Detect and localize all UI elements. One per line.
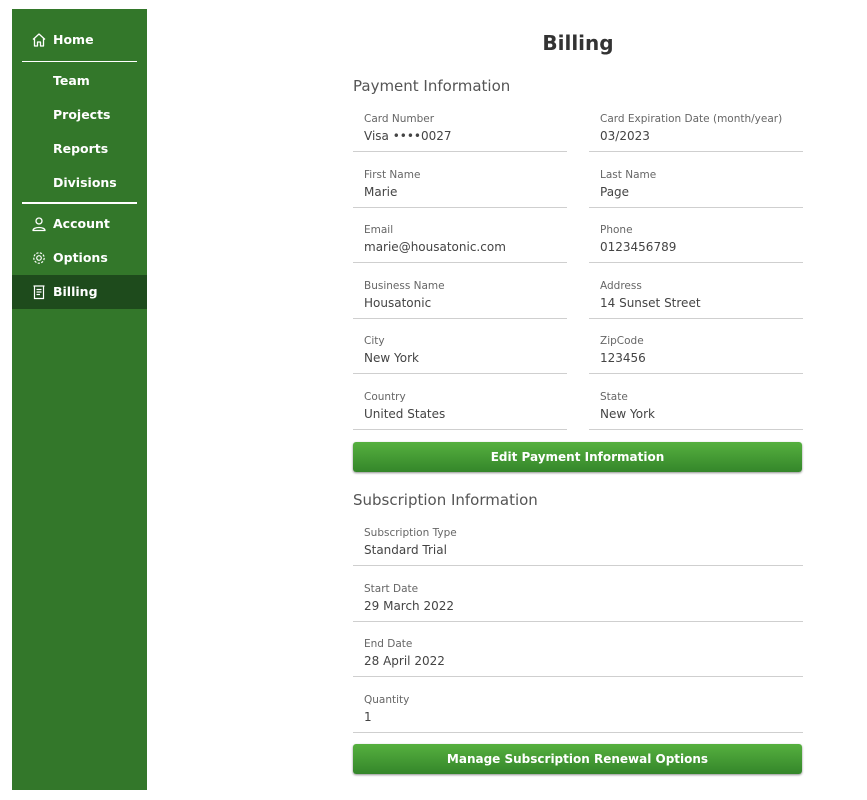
field-value: marie@housatonic.com [364, 240, 506, 255]
field-label: Phone [600, 224, 633, 237]
user-icon [32, 217, 46, 232]
field-city: City New York [353, 326, 567, 375]
field-label: First Name [364, 168, 421, 181]
field-subscription-type: Subscription Type Standard Trial [353, 518, 803, 566]
field-value: United States [364, 407, 446, 421]
field-label: Card Expiration Date (month/year) [600, 113, 783, 125]
field-label: ZipCode [600, 335, 644, 348]
sidebar-item-label: Projects [53, 107, 111, 122]
field-first-name: First Name Marie [353, 160, 567, 208]
field-phone: Phone 0123456789 [589, 215, 803, 264]
field-value: 14 Sunset Street [600, 295, 701, 310]
field-label: Subscription Type [364, 527, 457, 539]
home-icon [32, 33, 46, 47]
field-value: Housatonic [364, 295, 432, 310]
sidebar-item-label: Account [53, 216, 110, 231]
field-value: 03/2023 [600, 129, 650, 143]
field-address: Address 14 Sunset Street [589, 271, 803, 319]
field-value: New York [364, 351, 419, 366]
field-label: Quantity [364, 693, 410, 706]
field-value: 0123456789 [600, 240, 677, 255]
payment-section-title: Payment Information [353, 77, 511, 95]
field-label: State [600, 391, 628, 403]
sidebar-item-label: Home [53, 32, 94, 47]
field-country: Country United States [353, 382, 567, 430]
field-label: Start Date [364, 582, 419, 595]
sidebar-divider [22, 61, 137, 62]
edit-payment-button[interactable]: Edit Payment Information [353, 442, 802, 472]
sidebar-item-divisions[interactable]: Divisions [12, 166, 147, 200]
field-label: Address [600, 279, 642, 292]
field-card-number: Card Number Visa ••••0027 [353, 104, 567, 152]
field-value: 123456 [600, 351, 646, 366]
sidebar-item-projects[interactable]: Projects [12, 98, 147, 132]
field-label: Country [364, 391, 406, 403]
field-last-name: Last Name Page [589, 160, 803, 208]
sidebar-item-options[interactable]: Options [12, 241, 147, 275]
field-label: End Date [364, 638, 413, 651]
sidebar-item-account[interactable]: Account [12, 207, 147, 241]
receipt-icon [33, 285, 45, 300]
field-label: Last Name [600, 168, 657, 181]
field-label: City [364, 335, 385, 348]
field-value: New York [600, 407, 655, 421]
field-quantity: Quantity 1 [353, 685, 803, 733]
field-label: Email [364, 224, 394, 237]
sidebar-item-home[interactable]: Home [12, 23, 147, 57]
sidebar-item-label: Reports [53, 141, 109, 156]
sidebar-item-label: Billing [53, 284, 98, 299]
field-card-expiration: Card Expiration Date (month/year) 03/2023 [589, 104, 803, 152]
field-end-date: End Date 28 April 2022 [353, 629, 803, 678]
field-value: Visa ••••0027 [364, 129, 452, 143]
sidebar-item-reports[interactable]: Reports [12, 132, 147, 166]
field-state: State New York [589, 382, 803, 430]
field-business-name: Business Name Housatonic [353, 271, 567, 319]
sidebar-item-billing[interactable]: Billing [12, 275, 147, 309]
sidebar-item-team[interactable]: Team [12, 64, 147, 98]
field-email: Email marie@housatonic.com [353, 215, 567, 264]
manage-subscription-button[interactable]: Manage Subscription Renewal Options [353, 744, 802, 774]
subscription-section-title: Subscription Information [353, 491, 538, 509]
field-value: 1 [364, 709, 372, 724]
gear-icon [33, 252, 45, 264]
field-zipcode: ZipCode 123456 [589, 326, 803, 375]
field-label: Card Number [364, 113, 435, 125]
sidebar-divider [22, 202, 137, 204]
sidebar-item-label: Options [53, 250, 108, 265]
field-value: Standard Trial [364, 543, 447, 557]
sidebar-item-label: Divisions [53, 175, 117, 190]
field-value: Page [600, 184, 630, 199]
sidebar: Home Team Projects Reports Divisions Acc… [12, 9, 147, 790]
field-start-date: Start Date 29 March 2022 [353, 574, 803, 622]
field-value: Marie [364, 184, 398, 199]
page-title: Billing [542, 31, 614, 55]
field-label: Business Name [364, 279, 445, 292]
field-value: 28 April 2022 [364, 654, 445, 669]
field-value: 29 March 2022 [364, 598, 455, 613]
sidebar-item-label: Team [53, 73, 90, 88]
